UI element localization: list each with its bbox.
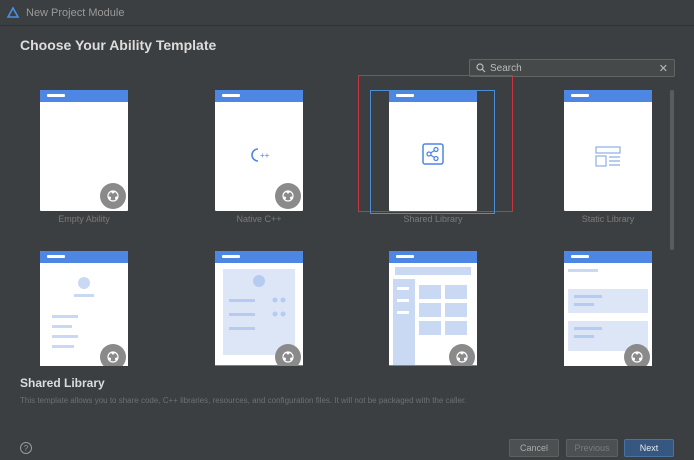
template-card-native-cpp[interactable]: ++ xyxy=(215,90,303,211)
static-library-icon xyxy=(595,146,621,167)
ability-badge-icon xyxy=(100,344,126,366)
vertical-scrollbar[interactable] xyxy=(670,90,674,250)
app-logo-icon xyxy=(6,5,20,18)
svg-text:++: ++ xyxy=(260,151,270,160)
next-button[interactable]: Next xyxy=(624,439,674,457)
description-text: This template allows you to share code, … xyxy=(20,396,467,405)
template-card-detail-page[interactable] xyxy=(215,251,303,366)
template-card-empty-ability[interactable] xyxy=(40,90,128,211)
cancel-button[interactable]: Cancel xyxy=(509,439,559,457)
template-label-static-library: Static Library xyxy=(581,214,635,224)
description-title: Shared Library xyxy=(20,376,105,390)
ability-badge-icon xyxy=(100,183,126,209)
dialog-footer: ? Cancel Previous Next xyxy=(0,432,694,460)
title-bar: New Project Module xyxy=(0,0,694,26)
ability-badge-icon xyxy=(449,344,475,366)
page-title: Choose Your Ability Template xyxy=(20,37,217,53)
template-label-empty-ability: Empty Ability xyxy=(58,214,110,224)
ability-badge-icon xyxy=(275,344,301,366)
cpp-icon: ++ xyxy=(251,148,270,162)
template-label-shared-library: Shared Library xyxy=(403,214,463,224)
selection-highlight-inner xyxy=(370,90,495,214)
template-card-form-page[interactable] xyxy=(564,251,652,366)
search-icon xyxy=(476,63,486,73)
search-input[interactable] xyxy=(490,62,659,74)
help-icon[interactable]: ? xyxy=(20,442,32,454)
template-card-static-library[interactable] xyxy=(564,90,652,211)
previous-button[interactable]: Previous xyxy=(566,439,618,457)
template-grid: Empty Ability ++ Native C++ Shared Libra… xyxy=(14,80,682,366)
ability-badge-icon xyxy=(624,344,650,366)
template-label-native-cpp: Native C++ xyxy=(236,214,282,224)
clear-search-icon[interactable]: ✕ xyxy=(659,62,668,75)
template-card-list-grid-page[interactable] xyxy=(389,251,477,366)
window-title: New Project Module xyxy=(26,6,125,19)
template-card-profile-page[interactable] xyxy=(40,251,128,366)
ability-badge-icon xyxy=(275,183,301,209)
